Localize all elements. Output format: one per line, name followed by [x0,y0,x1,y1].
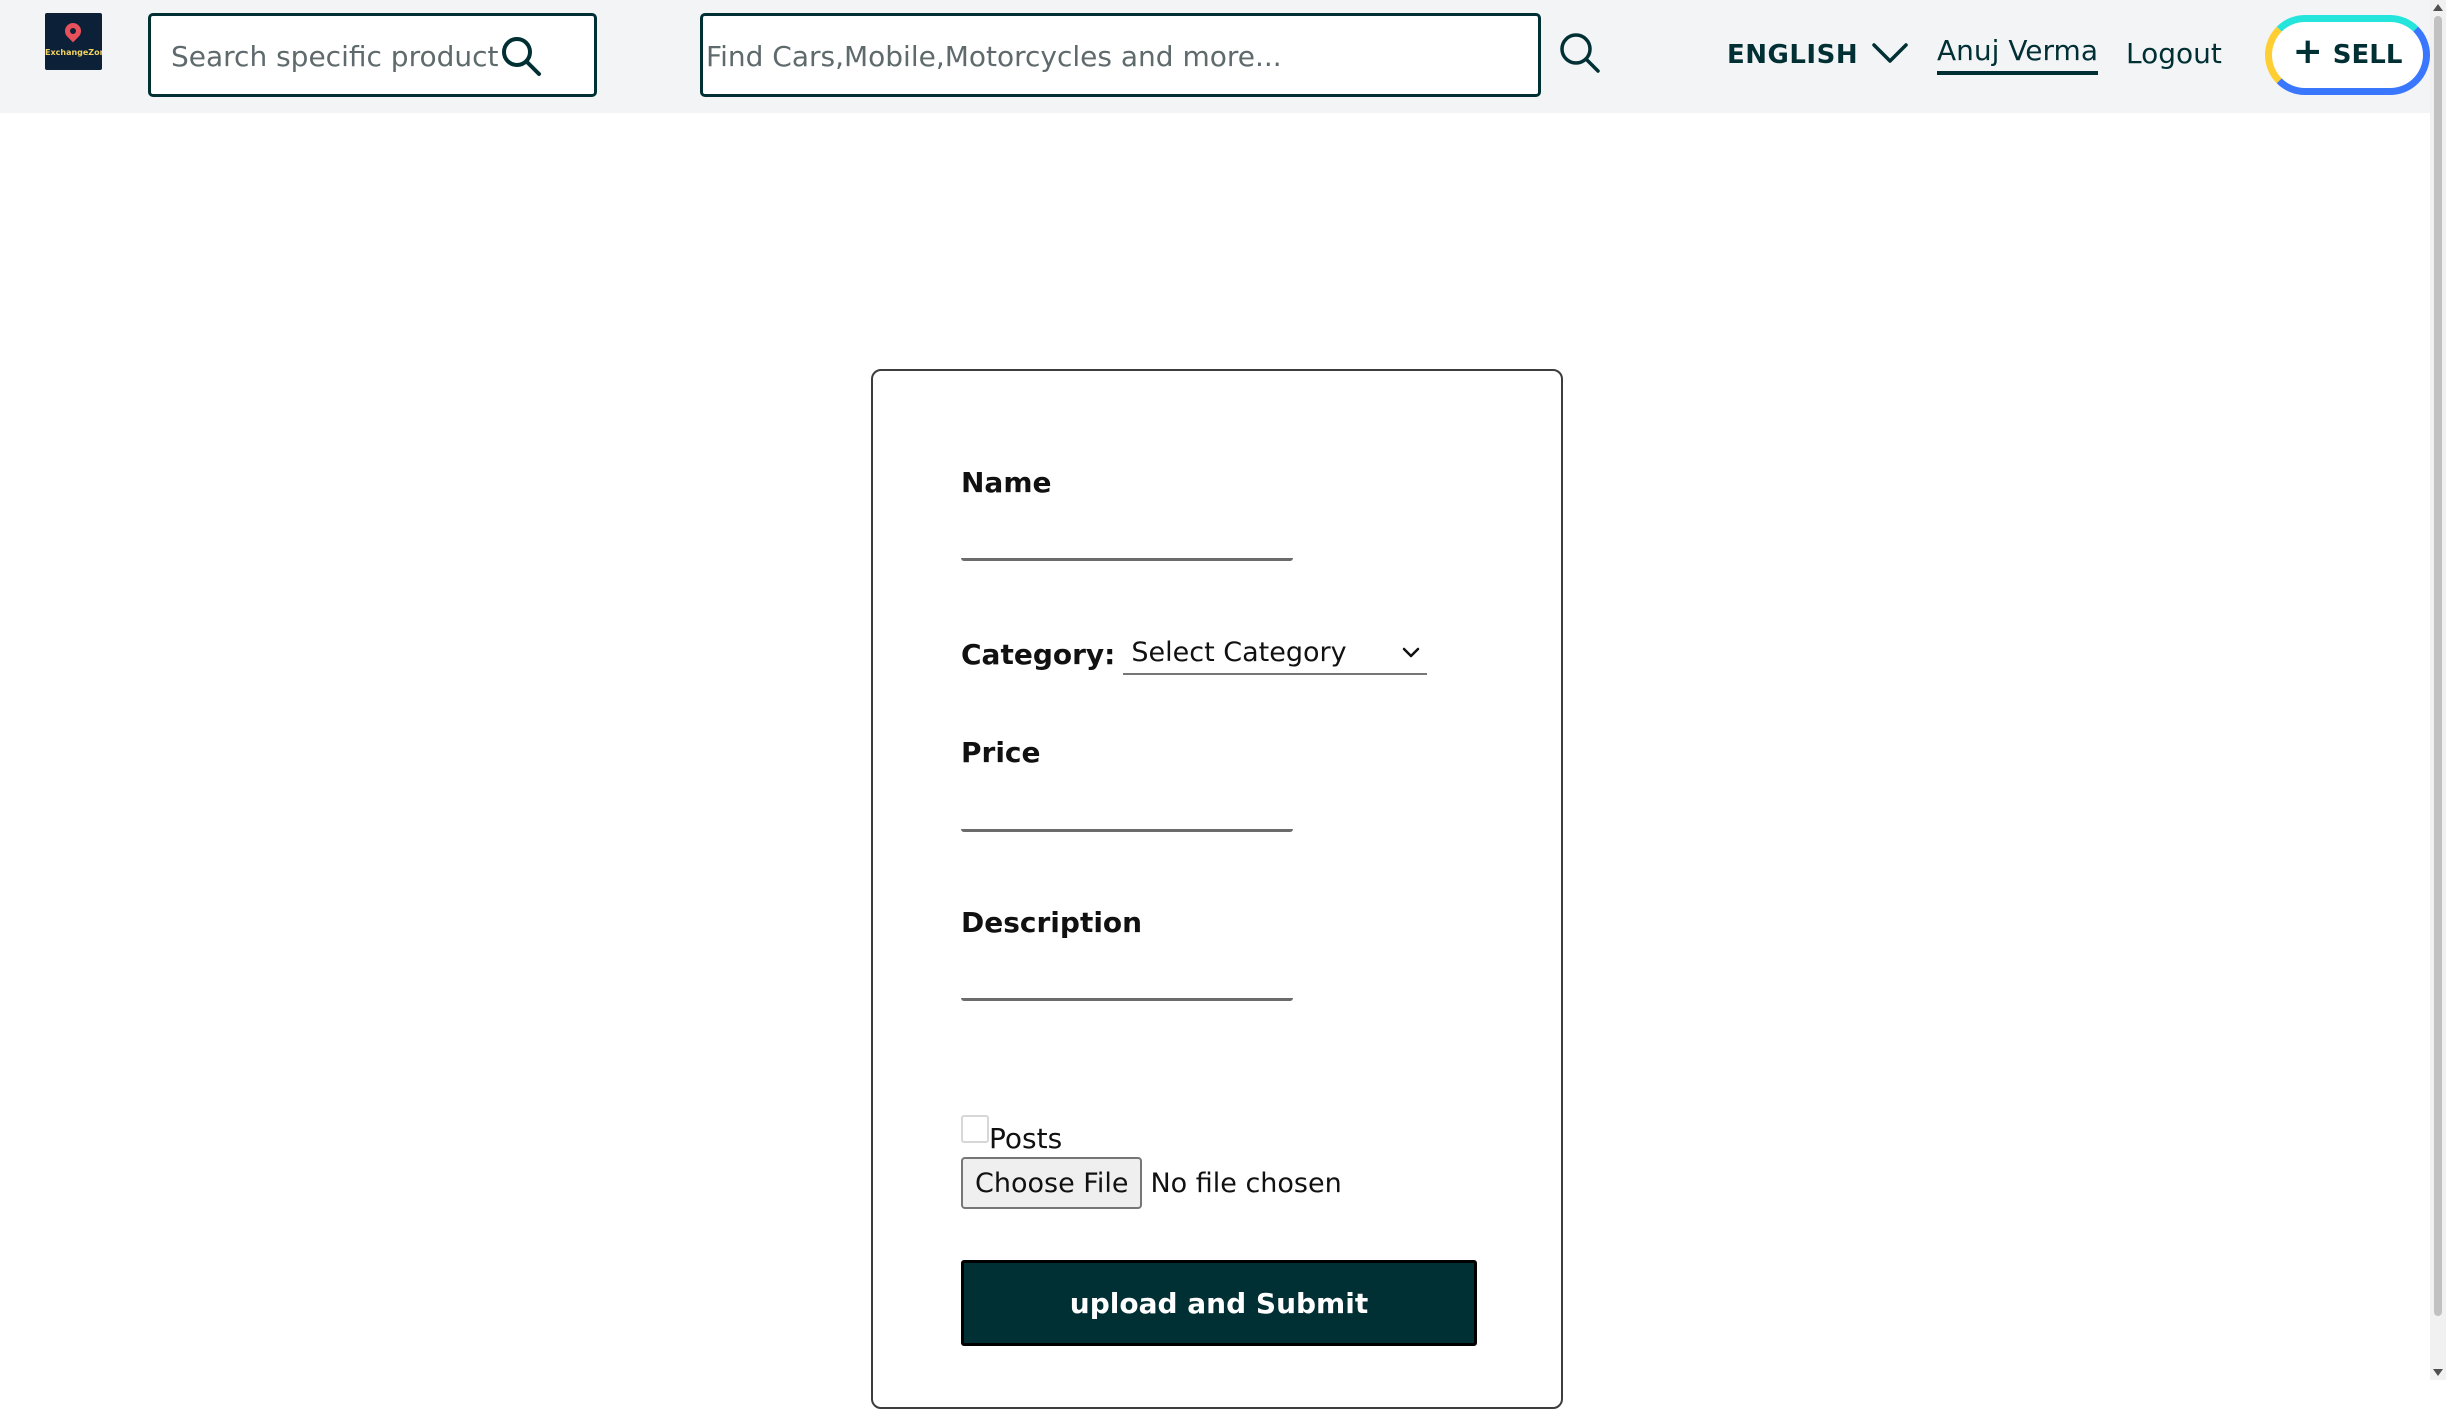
search-icon[interactable] [1558,31,1602,75]
page-scrollbar[interactable] [2430,0,2446,1380]
logout-link[interactable]: Logout [2126,37,2222,70]
description-label: Description [961,906,1143,939]
name-label: Name [961,466,1052,499]
chevron-down-icon [1401,645,1421,659]
language-label: ENGLISH [1727,40,1859,70]
category-row: Category: Select Category [961,633,1428,675]
posts-checkbox[interactable] [961,1115,989,1143]
main-search-box [700,13,1541,97]
product-search-box [148,13,597,97]
name-input[interactable] [961,521,1293,561]
category-select[interactable]: Select Category [1123,633,1428,675]
posts-label: Posts [989,1122,1063,1155]
main-search-input[interactable] [706,36,1526,76]
top-navbar: ExchangeZone ENGLISH Anuj Verma Logout + [0,0,2446,113]
posts-row: Posts [961,1115,1062,1155]
language-selector[interactable]: ENGLISH [1727,35,1908,75]
chevron-down-icon [1872,42,1908,68]
user-profile-link[interactable]: Anuj Verma [1937,34,2098,75]
scroll-up-icon[interactable] [2433,4,2443,11]
price-label: Price [961,736,1041,769]
category-label: Category: [961,637,1116,671]
map-pin-icon [61,19,85,43]
choose-file-button[interactable]: Choose File [961,1157,1143,1209]
plus-icon: + [2292,31,2323,72]
price-input[interactable] [961,792,1293,832]
upload-submit-button[interactable]: upload and Submit [961,1260,1477,1346]
product-search-input[interactable] [171,36,501,76]
submit-label: upload and Submit [1069,1286,1369,1320]
description-input[interactable] [961,961,1293,1001]
scroll-thumb[interactable] [2434,16,2442,1316]
post-ad-form: Name Category: Select Category Price Des… [871,369,1563,1409]
sell-label: SELL [2332,40,2403,70]
sell-button[interactable]: + SELL [2265,15,2430,95]
search-icon[interactable] [499,34,543,78]
category-selected-value: Select Category [1131,637,1347,668]
file-upload-row: Choose File No file chosen [961,1157,1342,1209]
logo-text: ExchangeZone [45,48,102,57]
file-status-text: No file chosen [1150,1167,1342,1199]
scroll-down-icon[interactable] [2433,1369,2443,1376]
site-logo[interactable]: ExchangeZone [45,13,102,70]
